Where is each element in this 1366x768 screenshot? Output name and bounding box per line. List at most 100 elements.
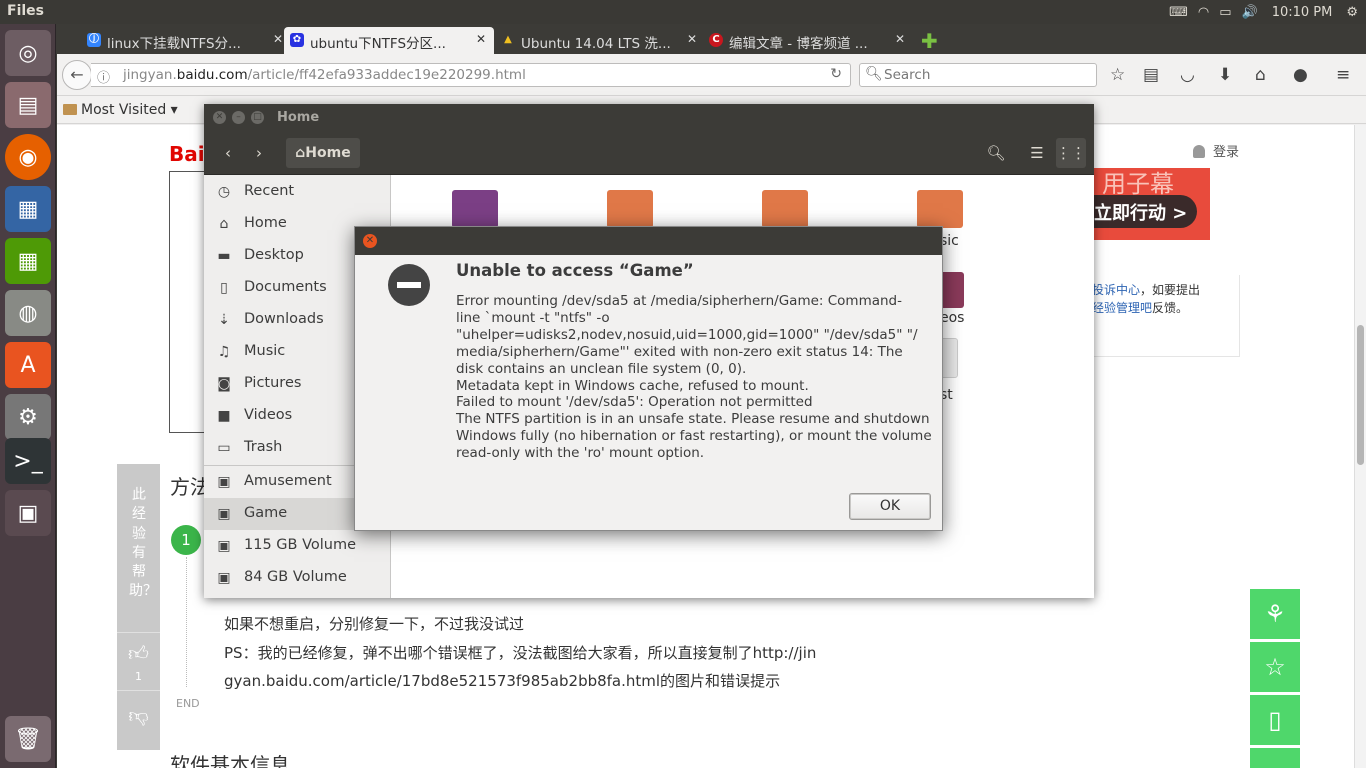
forward-icon[interactable]: ›	[244, 138, 274, 168]
tab-label: Ubuntu 14.04 LTS 洗...	[521, 36, 671, 52]
info-text: 反馈。	[1152, 301, 1189, 315]
video-icon: ■	[217, 408, 231, 424]
share-button[interactable]: ⚘	[1250, 589, 1300, 639]
helpful-side-panel: 此经验有帮助？ 👍︎ 1 👎︎	[117, 464, 160, 750]
clock[interactable]: 10:10 PM	[1272, 5, 1333, 20]
scrollbar-thumb[interactable]	[1357, 325, 1364, 465]
scroll-top-button[interactable]: ︿	[1250, 748, 1300, 768]
volume-icon[interactable]: 🔊	[1242, 5, 1258, 20]
keyboard-icon[interactable]: ⌨	[1169, 5, 1188, 20]
close-icon[interactable]: ✕	[363, 234, 377, 248]
back-icon[interactable]: ‹	[213, 138, 243, 168]
path-home-button[interactable]: ⌂Home	[286, 138, 360, 168]
step-line	[186, 557, 187, 687]
tab-3[interactable]: ▲ Ubuntu 14.04 LTS 洗... ✕	[495, 27, 705, 54]
top-panel: Files ⌨ ◠ ▭ 🔊 10:10 PM ⚙	[0, 0, 1366, 24]
chat-icon[interactable]: ●	[1293, 65, 1308, 85]
login-link[interactable]: 登录	[1193, 141, 1239, 160]
terminal-icon[interactable]: >_	[5, 438, 51, 484]
bookmark-star-icon[interactable]: ☆	[1110, 65, 1125, 85]
files-icon[interactable]: ▤	[5, 82, 51, 128]
downloads-folder-icon[interactable]	[762, 190, 808, 228]
tab-1[interactable]: ⓙ linux下挂载NTFS分... ✕	[81, 27, 291, 54]
dialog-titlebar[interactable]: ✕	[355, 227, 942, 255]
close-icon[interactable]: ✕	[687, 32, 697, 46]
article-text: gyan.baidu.com/article/17bd8e521573f985a…	[224, 672, 781, 690]
search-icon[interactable]: 🔍︎	[981, 138, 1011, 168]
menu-icon[interactable]: ≡	[1336, 65, 1350, 85]
gear-icon[interactable]: ⚙	[1346, 5, 1358, 20]
settings-icon[interactable]: ⚙	[5, 394, 51, 440]
home-icon: ⌂	[219, 216, 229, 232]
sidebar-item-recent[interactable]: ◷ Recent	[204, 176, 391, 208]
file-label: eos	[940, 310, 965, 326]
dialog-heading: Unable to access “Game”	[456, 261, 694, 280]
home-icon[interactable]: ⌂	[1255, 65, 1266, 85]
trash-icon: ▭	[217, 440, 231, 456]
search-input[interactable]: 🔍︎ Search	[859, 63, 1097, 87]
search-placeholder: Search	[884, 67, 931, 83]
reload-icon[interactable]: ↻	[830, 66, 842, 82]
nav-bar: ← ⓘ jingyan.baidu.com/article/ff42efa933…	[57, 54, 1366, 96]
desktop-folder-icon[interactable]	[452, 190, 498, 228]
manage-bar-link[interactable]: 经验管理吧	[1092, 301, 1152, 315]
tab-2[interactable]: ✿ ubuntu下NTFS分区... ✕	[284, 27, 494, 54]
section-title: 软件基本信息	[170, 753, 290, 768]
list-view-icon[interactable]: ☰	[1022, 138, 1052, 168]
videos-folder-icon[interactable]	[940, 272, 964, 308]
documents-folder-icon[interactable]	[607, 190, 653, 228]
page-scrollbar[interactable]	[1354, 125, 1366, 768]
folder-icon	[63, 104, 77, 115]
writer-icon[interactable]: ▦	[5, 186, 51, 232]
calc-icon[interactable]: ▦	[5, 238, 51, 284]
software-center-icon[interactable]: A	[5, 342, 51, 388]
close-icon[interactable]: ✕	[476, 32, 486, 46]
tab-label: 编辑文章 - 博客频道 ...	[729, 36, 868, 52]
tab-4[interactable]: C 编辑文章 - 博客频道 ... ✕	[703, 27, 913, 54]
battery-icon[interactable]: ▭	[1219, 5, 1231, 20]
reading-list-icon[interactable]: ▤	[1143, 65, 1159, 85]
ad-banner[interactable]: 用子幕 立即行动 >	[1092, 168, 1210, 240]
drive-icon: ▣	[217, 474, 231, 490]
files-titlebar[interactable]: ✕ – □ Home	[204, 104, 1094, 132]
grid-view-icon[interactable]: ⋮⋮	[1056, 138, 1086, 168]
new-tab-icon[interactable]: ✚	[921, 29, 938, 53]
favorite-button[interactable]: ☆	[1250, 642, 1300, 692]
info-icon[interactable]: ⓘ	[97, 67, 110, 86]
pocket-icon[interactable]: ◡	[1180, 65, 1195, 85]
dash-icon[interactable]: ◎	[5, 30, 51, 76]
image-frame	[169, 171, 209, 433]
most-visited-menu[interactable]: Most Visited ▾	[63, 102, 178, 118]
trash-launcher-icon[interactable]: 🗑	[5, 716, 51, 762]
camera-icon: ◙	[217, 376, 231, 392]
baidu-logo[interactable]: Bai	[169, 142, 205, 166]
close-icon[interactable]: ✕	[213, 111, 226, 124]
baidu-paw-icon: ✿	[290, 33, 304, 47]
drive-icon: ▣	[217, 538, 231, 554]
wifi-icon[interactable]: ◠	[1198, 5, 1209, 20]
end-label: END	[176, 697, 200, 710]
back-button[interactable]: ←	[62, 60, 92, 90]
minimize-icon[interactable]: –	[232, 111, 245, 124]
close-icon[interactable]: ✕	[273, 32, 283, 46]
firefox-icon[interactable]: ◉	[5, 134, 51, 180]
like-button[interactable]: 👍︎ 1	[117, 632, 160, 688]
close-icon[interactable]: ✕	[895, 32, 905, 46]
sidebar-item-115gb-volume[interactable]: ▣ 115 GB Volume	[204, 530, 391, 562]
tab-bar: ⓙ linux下挂载NTFS分... ✕ ✿ ubuntu下NTFS分区... …	[57, 24, 1366, 54]
document-icon: ▯	[220, 280, 228, 296]
speaker-icon[interactable]: ◍	[5, 290, 51, 336]
maximize-icon[interactable]: □	[251, 111, 264, 124]
download-icon[interactable]: ⬇	[1218, 65, 1232, 85]
url-bar[interactable]: ⓘ jingyan.baidu.com/article/ff42efa933ad…	[91, 63, 851, 87]
workspaces-icon[interactable]: ▣	[5, 490, 51, 536]
sidebar-item-84gb-volume[interactable]: ▣ 84 GB Volume	[204, 562, 391, 594]
ad-cta-button[interactable]: 立即行动 >	[1092, 195, 1197, 228]
download-icon: ⇣	[218, 312, 230, 328]
ok-button[interactable]: OK	[849, 493, 931, 520]
baidu-favicon-icon: ⓙ	[87, 33, 101, 47]
bookmark-button[interactable]: ▯	[1250, 695, 1300, 745]
music-folder-icon[interactable]	[917, 190, 963, 228]
dislike-button[interactable]: 👎︎	[117, 690, 160, 750]
complaint-center-link[interactable]: 投诉中心	[1092, 283, 1140, 297]
